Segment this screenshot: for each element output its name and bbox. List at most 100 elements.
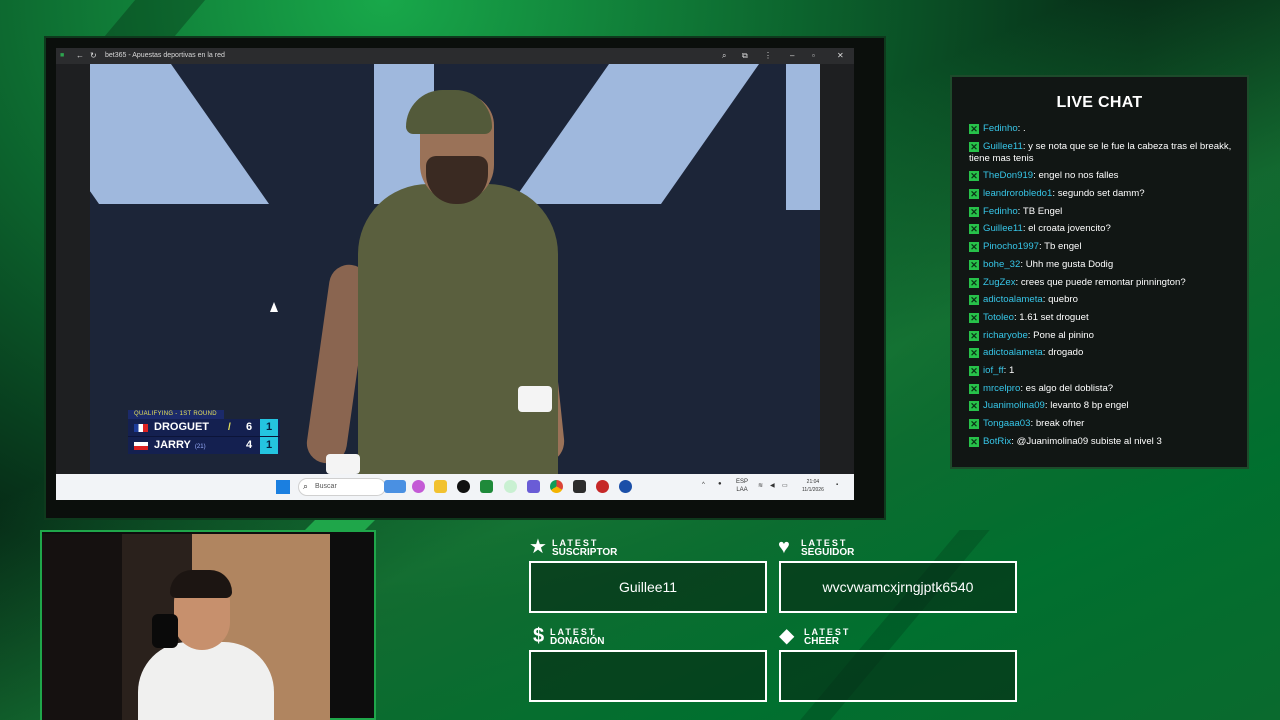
player-sets: 1	[260, 437, 278, 454]
latest-cheer-box	[779, 650, 1017, 702]
kick-badge-icon: ✕	[969, 348, 979, 359]
chat-message: ✕ Juanimolina09: levanto 8 bp engel	[969, 400, 1237, 412]
player-name: JARRY	[154, 439, 191, 451]
webcam-feed	[42, 534, 330, 720]
chat-username[interactable]: Pinocho1997	[983, 241, 1039, 252]
chevron-up-icon[interactable]: ^	[702, 482, 705, 488]
widgets-icon[interactable]	[384, 480, 406, 493]
background-stripe	[104, 0, 206, 36]
reload-icon[interactable]: ↻	[90, 48, 97, 64]
chat-text: : Uhh me gusta Dodig	[1020, 258, 1114, 270]
chat-message: ✕ iof_ff: 1	[969, 365, 1237, 377]
chat-username[interactable]: adictoalameta	[983, 347, 1043, 358]
chat-message: ✕ ZugZex: crees que puede remontar pinnin…	[969, 277, 1237, 289]
chat-message: ✕ BotRix: @Juanimolina09 subiste al nivel…	[969, 436, 1237, 448]
extensions-icon[interactable]: ⧉	[742, 48, 748, 64]
latest-suscriptor-label: LATEST SUSCRIPTOR	[552, 538, 618, 558]
mic-icon[interactable]: ●	[718, 481, 722, 487]
chat-username[interactable]: leandrorobledo1	[983, 188, 1052, 199]
streamer-hair	[170, 570, 232, 598]
chat-username[interactable]: Totoleo	[983, 312, 1014, 323]
chat-message: ✕ Totoleo: 1.61 set droguet	[969, 312, 1237, 324]
maximize-icon[interactable]: ▫	[812, 48, 815, 64]
kick-badge-icon: ✕	[969, 259, 979, 270]
volume-icon[interactable]: ◀	[770, 482, 775, 489]
folder-icon[interactable]	[434, 480, 447, 493]
latest-donacion-label: LATEST DONACIÓN	[550, 627, 605, 647]
chat-text: : engel no nos falles	[1033, 170, 1119, 182]
chat-username[interactable]: Guillee11	[983, 141, 1023, 152]
chat-text: : quebro	[1042, 294, 1078, 306]
chat-username[interactable]: Guillee11	[983, 223, 1023, 234]
kick-badge-icon: ✕	[969, 206, 979, 217]
kick-badge-icon: ✕	[969, 124, 979, 134]
chat-username[interactable]: Fedinho	[983, 206, 1018, 217]
language-indicator[interactable]: ESP LAA	[736, 478, 748, 494]
wristband	[326, 454, 360, 474]
heart-icon: ♥	[778, 536, 790, 558]
chat-username[interactable]: Tongaaa03	[983, 418, 1030, 429]
browser-titlebar: ■ ← ↻ bet365 - Apuestas deportivas en la…	[56, 48, 854, 64]
copilot-icon[interactable]	[412, 480, 425, 493]
tiktok-icon[interactable]	[457, 480, 470, 493]
chat-username[interactable]: Juanimolina09	[983, 400, 1045, 411]
windows-start-icon[interactable]	[276, 480, 290, 494]
court-graphic	[786, 64, 820, 210]
microphone	[152, 614, 178, 648]
player-name: DROGUET	[154, 421, 209, 433]
kick-badge-icon: ✕	[969, 401, 979, 412]
chile-flag-icon	[134, 442, 148, 450]
chat-username[interactable]: adictoalameta	[983, 294, 1043, 305]
france-flag-icon	[134, 424, 148, 432]
chat-username[interactable]: iof_ff	[983, 365, 1004, 376]
chat-message: ✕ Fedinho: .	[969, 123, 1237, 135]
menu-icon[interactable]: ⋮	[764, 48, 772, 64]
chat-text: : segundo set damm?	[1052, 188, 1145, 200]
tennis-video[interactable]: QUALIFYING - 1ST ROUND DROGUET / 6 1 JAR…	[90, 64, 820, 474]
whatsapp-icon[interactable]	[504, 480, 517, 493]
app-red-icon[interactable]	[596, 480, 609, 493]
chat-username[interactable]: bohe_32	[983, 259, 1020, 270]
obs-icon[interactable]	[573, 480, 586, 493]
back-icon[interactable]: ←	[76, 48, 84, 64]
close-icon[interactable]: ✕	[837, 48, 844, 64]
latest-seguidor-label: LATEST SEGUIDOR	[801, 538, 855, 558]
wifi-icon[interactable]: ≋	[758, 482, 763, 489]
chat-username[interactable]: ZugZex	[983, 277, 1016, 288]
chat-message: ✕ Guillee11: el croata jovencito?	[969, 223, 1237, 235]
chat-message-list: ✕ Fedinho: . ✕ Guillee11: y se nota que se …	[969, 123, 1237, 453]
latest-seguidor-box: wvcvwamcxjrngjptk6540	[779, 561, 1017, 613]
star-icon: ★	[529, 536, 547, 558]
kick-badge-icon: ✕	[969, 242, 979, 253]
zoom-icon[interactable]: ⌕	[722, 48, 726, 64]
chat-message: ✕ Fedinho: TB Engel	[969, 206, 1237, 218]
taskbar-search[interactable]: ⌕ Buscar	[298, 478, 386, 496]
battery-icon[interactable]: ▭	[782, 482, 788, 489]
diamond-icon: ◆	[779, 625, 795, 647]
taskbar-clock[interactable]: 21:04 11/1/2026	[802, 478, 824, 494]
app-blue-icon[interactable]	[619, 480, 632, 493]
latest-suscriptor-box: Guillee11	[529, 561, 767, 613]
chat-message: ✕ leandrorobledo1: segundo set damm?	[969, 188, 1237, 200]
player-sets: 1	[260, 419, 278, 436]
chat-username[interactable]: mrcelpro	[983, 383, 1020, 394]
streamer-shirt	[138, 642, 274, 720]
chrome-icon[interactable]	[550, 480, 563, 493]
chat-message: ✕ adictoalameta: drogado	[969, 347, 1237, 359]
chat-username[interactable]: TheDon919	[983, 170, 1033, 181]
chat-username[interactable]: richaryobe	[983, 330, 1028, 341]
chat-text: : levanto 8 bp engel	[1044, 400, 1129, 412]
app-green-icon[interactable]	[480, 480, 493, 493]
notification-icon[interactable]: ▪	[836, 482, 838, 488]
chat-text: : break ofner	[1030, 418, 1085, 429]
chat-text: : 1.61 set droguet	[1013, 311, 1089, 323]
chat-username[interactable]: BotRix	[983, 436, 1011, 447]
minimize-icon[interactable]: –	[790, 48, 794, 64]
clock-date: 11/1/2026	[802, 487, 824, 493]
teams-icon[interactable]	[527, 480, 540, 493]
kick-badge-icon: ✕	[969, 365, 979, 376]
language-bottom: LAA	[736, 487, 748, 493]
browser-window: ■ ← ↻ bet365 - Apuestas deportivas en la…	[56, 48, 854, 500]
chat-username[interactable]: Fedinho	[983, 123, 1018, 134]
chat-title: LIVE CHAT	[1056, 94, 1143, 111]
